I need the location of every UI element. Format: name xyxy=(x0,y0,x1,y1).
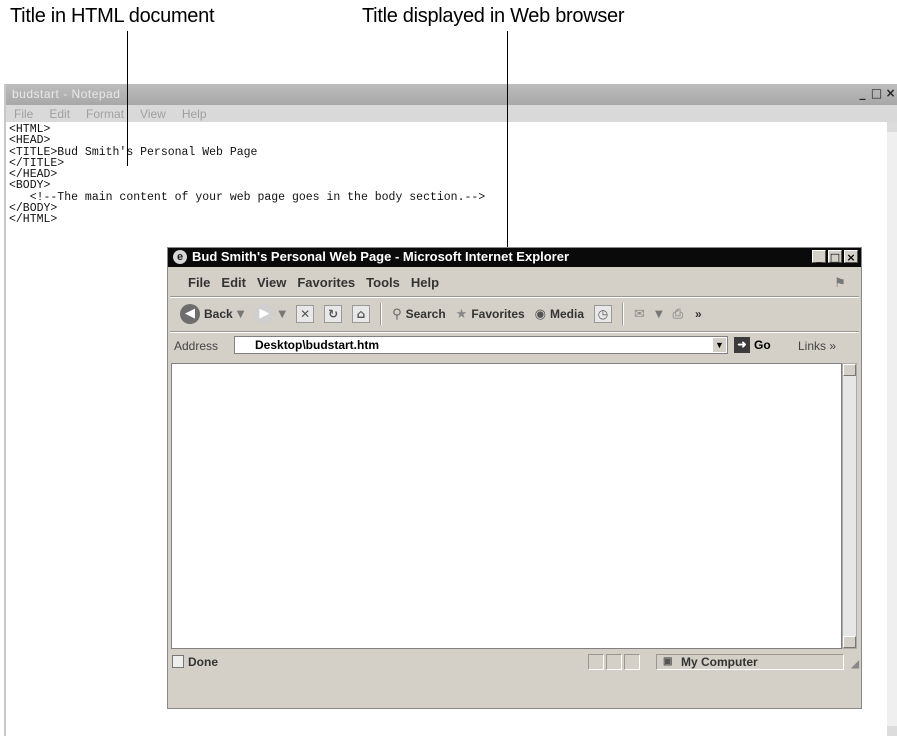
toolbar-separator xyxy=(380,303,383,325)
browser-toolbar: ◀ Back ▼ ▶ ▼ ✕ ↻ ⌂ ⚲ Search ★ Favorites … xyxy=(168,299,861,329)
chevron-down-icon[interactable]: ▼ xyxy=(655,309,663,320)
browser-close-button[interactable]: × xyxy=(844,250,858,264)
toolbar-separator xyxy=(622,303,625,325)
notepad-menubar: File Edit Format View Help xyxy=(6,105,897,122)
go-button[interactable]: ➜ Go xyxy=(734,337,771,353)
browser-window: e Bud Smith's Personal Web Page - Micros… xyxy=(167,247,862,709)
forward-arrow-icon: ▶ xyxy=(254,304,275,324)
address-bar: Address Desktop\budstart.htm ▼ ➜ Go Link… xyxy=(168,334,861,358)
search-icon: ⚲ xyxy=(392,306,402,322)
browser-menu-view[interactable]: View xyxy=(257,275,286,290)
scroll-up-button[interactable] xyxy=(887,122,897,132)
history-icon[interactable]: ◷ xyxy=(594,305,613,323)
back-label: Back xyxy=(204,307,233,321)
back-arrow-icon: ◀ xyxy=(180,304,200,324)
go-arrow-icon: ➜ xyxy=(734,337,750,353)
notepad-scrollbar[interactable] xyxy=(887,122,897,736)
links-button[interactable]: Links » xyxy=(798,339,836,353)
status-pane xyxy=(624,654,640,670)
media-label: Media xyxy=(550,307,585,321)
menu-view[interactable]: View xyxy=(140,107,166,121)
address-label: Address xyxy=(174,339,219,353)
home-icon[interactable]: ⌂ xyxy=(352,305,371,323)
address-input[interactable]: Desktop\budstart.htm ▼ xyxy=(234,336,728,354)
back-button[interactable]: ◀ Back ▼ xyxy=(180,304,244,324)
search-label: Search xyxy=(405,307,446,321)
address-value: Desktop\budstart.htm xyxy=(255,338,380,352)
browser-menubar: File Edit View Favorites Tools Help xyxy=(168,270,861,294)
refresh-icon[interactable]: ↻ xyxy=(324,305,343,323)
minimize-button[interactable]: _ xyxy=(856,87,869,100)
zone-label: My Computer xyxy=(681,655,758,669)
media-button[interactable]: ◉ Media xyxy=(535,307,584,322)
notepad-titlebar: budstart - Notepad _ □ × xyxy=(6,84,897,105)
mail-icon[interactable]: ✉ xyxy=(634,307,645,322)
callout-pointer-right xyxy=(507,31,508,250)
security-zone: ▣ My Computer xyxy=(656,654,844,670)
maximize-button[interactable]: □ xyxy=(870,87,883,100)
browser-content-area[interactable] xyxy=(171,363,842,649)
print-icon[interactable]: ⎙ xyxy=(673,307,683,322)
menu-help[interactable]: Help xyxy=(182,107,207,121)
status-text: Done xyxy=(188,655,218,669)
notepad-title: budstart - Notepad xyxy=(12,87,121,101)
scroll-up-button[interactable] xyxy=(843,364,856,376)
favorites-label: Favorites xyxy=(471,307,525,321)
scroll-down-button[interactable] xyxy=(843,636,856,648)
browser-menu-edit[interactable]: Edit xyxy=(221,275,246,290)
chevron-down-icon[interactable]: ▼ xyxy=(278,309,286,320)
go-label: Go xyxy=(754,338,771,352)
internet-explorer-icon: e xyxy=(173,250,187,264)
computer-icon: ▣ xyxy=(663,656,673,667)
menu-format[interactable]: Format xyxy=(86,107,124,121)
chevron-down-icon[interactable]: ▼ xyxy=(713,338,726,352)
close-button[interactable]: × xyxy=(884,87,897,100)
status-bar: Done ▣ My Computer ◢ xyxy=(168,652,861,672)
status-panes xyxy=(588,654,640,670)
toolbar-overflow-button[interactable]: » xyxy=(695,307,702,321)
browser-minimize-button[interactable]: _ xyxy=(812,250,826,264)
page-icon xyxy=(172,655,184,668)
browser-maximize-button[interactable]: □ xyxy=(828,250,842,264)
menu-file[interactable]: File xyxy=(14,107,33,121)
status-pane xyxy=(588,654,604,670)
media-icon: ◉ xyxy=(534,306,547,322)
browser-menu-help[interactable]: Help xyxy=(411,275,439,290)
search-button[interactable]: ⚲ Search xyxy=(392,307,446,322)
browser-titlebar: e Bud Smith's Personal Web Page - Micros… xyxy=(168,248,861,267)
toolbar-divider xyxy=(170,296,859,298)
toolbar-divider xyxy=(170,331,859,333)
menu-edit[interactable]: Edit xyxy=(49,107,70,121)
callout-html-title: Title in HTML document xyxy=(10,5,215,27)
scroll-down-button[interactable] xyxy=(887,726,897,736)
callout-browser-title: Title displayed in Web browser xyxy=(362,5,625,27)
browser-menu-favorites[interactable]: Favorites xyxy=(297,275,355,290)
resize-grip-icon[interactable]: ◢ xyxy=(851,659,859,670)
status-pane xyxy=(606,654,622,670)
callout-pointer-left xyxy=(127,31,128,166)
browser-scrollbar[interactable] xyxy=(842,363,857,649)
favorites-button[interactable]: ★ Favorites xyxy=(456,307,525,322)
forward-button[interactable]: ▶ ▼ xyxy=(254,304,286,324)
browser-menu-file[interactable]: File xyxy=(188,275,210,290)
stop-icon[interactable]: ✕ xyxy=(296,305,315,323)
star-icon: ★ xyxy=(455,306,468,322)
windows-logo-icon: ⚑ xyxy=(834,275,846,290)
browser-title: Bud Smith's Personal Web Page - Microsof… xyxy=(192,249,570,264)
browser-menu-tools[interactable]: Tools xyxy=(366,275,400,290)
chevron-down-icon[interactable]: ▼ xyxy=(237,309,245,320)
notepad-text-area[interactable]: <HTML> <HEAD> <TITLE>Bud Smith's Persona… xyxy=(9,124,485,226)
